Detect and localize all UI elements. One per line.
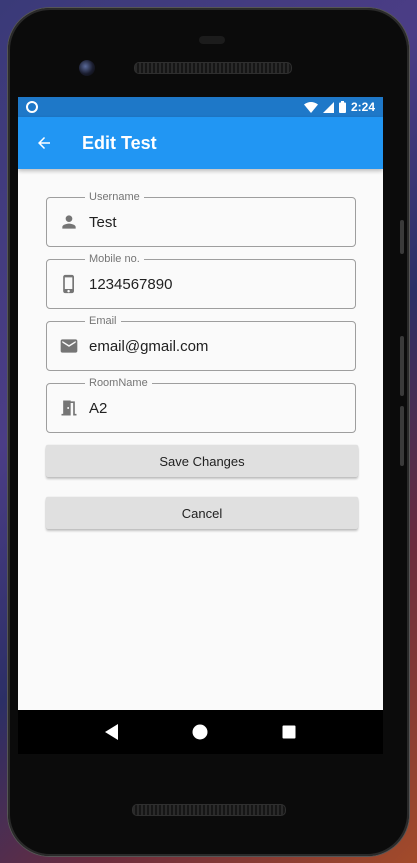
email-input[interactable] — [89, 337, 339, 355]
mobile-input[interactable] — [89, 275, 339, 293]
volume-down-button — [400, 406, 404, 466]
save-changes-button[interactable]: Save Changes — [46, 445, 358, 477]
status-time: 2:24 — [350, 100, 375, 114]
wifi-icon — [303, 101, 318, 113]
app-bar: Edit Test — [18, 117, 383, 169]
mobile-field[interactable]: Mobile no. — [46, 253, 356, 309]
username-input[interactable] — [89, 213, 339, 231]
triangle-back-icon — [105, 724, 119, 740]
power-button — [400, 220, 404, 254]
email-label: Email — [85, 315, 121, 328]
status-bar: 2:24 — [18, 97, 383, 117]
email-field[interactable]: Email — [46, 315, 356, 371]
notification-icon — [26, 101, 38, 113]
roomname-label: RoomName — [85, 377, 152, 390]
edit-form: Username Mobile no. Email RoomName — [18, 169, 383, 529]
roomname-input[interactable] — [89, 399, 339, 417]
username-label: Username — [85, 191, 144, 204]
nav-back-button[interactable] — [101, 721, 123, 743]
system-nav-bar — [18, 710, 383, 754]
nav-home-button[interactable] — [189, 721, 211, 743]
arrow-back-icon — [38, 137, 50, 149]
battery-icon — [338, 101, 346, 113]
cancel-button[interactable]: Cancel — [46, 497, 358, 529]
mobile-label: Mobile no. — [85, 253, 144, 266]
top-sensor — [199, 36, 225, 44]
front-camera — [79, 60, 95, 76]
back-button[interactable] — [32, 131, 56, 155]
username-field[interactable]: Username — [46, 191, 356, 247]
volume-up-button — [400, 336, 404, 396]
person-icon — [57, 210, 81, 234]
signal-icon — [322, 101, 334, 113]
nav-recents-button[interactable] — [278, 721, 300, 743]
email-icon — [57, 334, 81, 358]
door-icon — [57, 396, 81, 420]
page-title: Edit Test — [82, 132, 157, 153]
phone-icon — [57, 272, 81, 296]
app-screen: 2:24 Edit Test Username Mobile no. Email — [18, 97, 383, 710]
bottom-speaker — [132, 804, 286, 816]
circle-home-icon — [192, 724, 208, 740]
earpiece-speaker — [134, 62, 292, 74]
roomname-field[interactable]: RoomName — [46, 377, 356, 433]
square-recents-icon — [282, 725, 296, 739]
